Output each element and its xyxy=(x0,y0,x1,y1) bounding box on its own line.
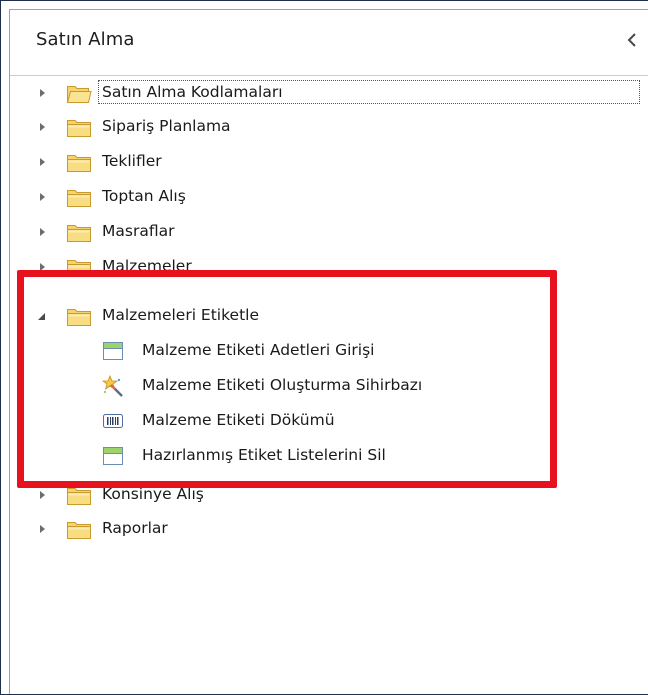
tree-node-label: Satın Alma Kodlamaları xyxy=(102,83,283,101)
folder-icon xyxy=(66,186,92,208)
folder-icon xyxy=(66,116,92,138)
folder-icon xyxy=(66,151,92,173)
tree-node-teklifler[interactable]: Teklifler xyxy=(10,147,648,177)
tree-node-raporlar[interactable]: Raporlar xyxy=(10,514,648,544)
expand-arrow-icon[interactable] xyxy=(35,522,49,536)
tree-node-satin-alma-kodlamalari[interactable]: Satın Alma Kodlamaları xyxy=(10,78,648,108)
tree-node-siparis-planlama[interactable]: Sipariş Planlama xyxy=(10,112,648,142)
tree-node-label: Sipariş Planlama xyxy=(102,117,231,135)
expand-arrow-icon[interactable] xyxy=(35,190,49,204)
panel-header: Satın Alma xyxy=(10,10,648,76)
tree-node-masraflar[interactable]: Masraflar xyxy=(10,217,648,247)
tree-node-label: Raporlar xyxy=(102,519,168,537)
folder-icon xyxy=(66,221,92,243)
annotation-highlight-box xyxy=(17,270,557,488)
folder-icon xyxy=(66,518,92,540)
expand-arrow-icon[interactable] xyxy=(35,120,49,134)
expand-arrow-icon[interactable] xyxy=(35,155,49,169)
tree-node-label: Masraflar xyxy=(102,222,175,240)
tree-node-label: Teklifler xyxy=(102,152,162,170)
folder-open-icon xyxy=(66,82,92,104)
tree-node-toptan-alis[interactable]: Toptan Alış xyxy=(10,182,648,212)
expand-arrow-icon[interactable] xyxy=(35,86,49,100)
collapse-button[interactable] xyxy=(622,28,642,52)
expand-arrow-icon[interactable] xyxy=(35,225,49,239)
chevron-left-icon xyxy=(627,33,636,47)
panel-title: Satın Alma xyxy=(36,29,135,50)
tree-node-label: Toptan Alış xyxy=(102,187,186,205)
expand-arrow-icon[interactable] xyxy=(35,488,49,502)
